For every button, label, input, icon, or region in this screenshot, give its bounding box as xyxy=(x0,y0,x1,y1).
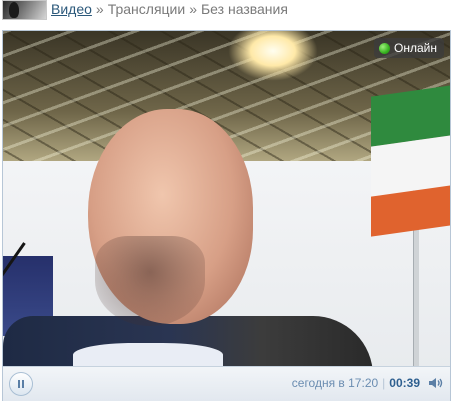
pause-icon xyxy=(18,380,20,388)
pause-icon-bar xyxy=(22,380,24,388)
breadcrumb-title: Без названия xyxy=(200,1,288,17)
stream-elapsed-time: 00:39 xyxy=(389,376,420,390)
online-status-badge: Онлайн xyxy=(374,38,444,58)
video-scene-person-collar xyxy=(73,343,223,366)
player-controls: сегодня в 17:20 | 00:39 xyxy=(3,366,450,401)
breadcrumb-separator: » xyxy=(95,1,104,17)
user-avatar[interactable] xyxy=(2,0,47,20)
breadcrumb-video-link[interactable]: Видео xyxy=(51,1,92,17)
video-scene-person-beard xyxy=(95,236,205,326)
time-separator: | xyxy=(382,376,386,390)
stream-start-time: сегодня в 17:20 xyxy=(291,376,379,390)
video-frame[interactable]: Онлайн xyxy=(3,31,450,366)
volume-icon[interactable] xyxy=(428,376,444,390)
video-player: Онлайн сегодня в 17:20 | 00:39 xyxy=(2,30,451,401)
breadcrumb-separator: » xyxy=(189,1,197,17)
breadcrumb: Видео» Трансляции» Без названия xyxy=(51,1,288,17)
stream-time-info: сегодня в 17:20 | 00:39 xyxy=(292,376,420,390)
online-status-label: Онлайн xyxy=(394,41,437,55)
page-header: Видео» Трансляции» Без названия xyxy=(0,0,453,26)
online-status-icon xyxy=(379,42,391,54)
pause-button[interactable] xyxy=(9,372,33,396)
video-scene-flag xyxy=(371,85,450,246)
breadcrumb-section: Трансляции xyxy=(107,1,186,17)
